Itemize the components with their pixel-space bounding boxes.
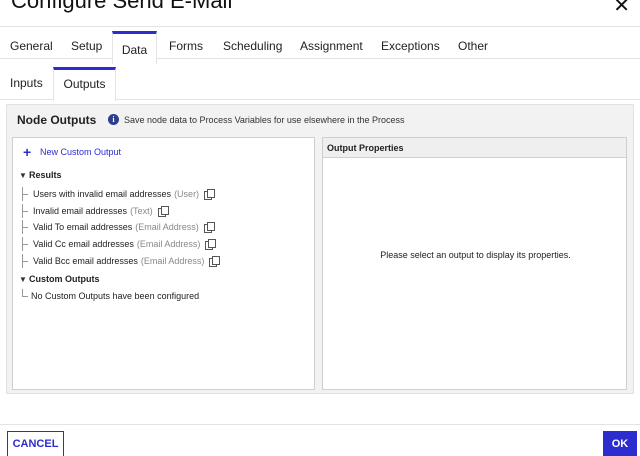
output-type: (Email Address)	[135, 222, 199, 232]
output-name: Invalid email addresses	[33, 206, 128, 216]
output-type: (Email Address)	[136, 239, 201, 249]
cancel-button[interactable]: CANCEL	[7, 431, 64, 456]
results-group-label: Results	[29, 170, 62, 180]
tree-connector	[22, 187, 29, 201]
primary-tab-bar: General Setup Data Forms Scheduling Assi…	[0, 26, 640, 64]
info-text: Save node data to Process Variables for …	[124, 114, 405, 125]
tab-outputs[interactable]: Outputs	[53, 67, 116, 101]
dialog-title: Configure Send E-Mail	[11, 0, 233, 13]
ok-button[interactable]: OK	[603, 431, 637, 456]
copy-icon[interactable]	[157, 206, 169, 217]
output-name: Valid Cc email addresses	[33, 239, 134, 249]
tab-assignment[interactable]: Assignment	[300, 27, 363, 59]
dialog-header: Configure Send E-Mail ✕	[0, 0, 640, 26]
tab-scheduling[interactable]: Scheduling	[223, 27, 282, 59]
secondary-tab-bar: Inputs Outputs	[0, 67, 640, 101]
plus-icon: +	[23, 144, 32, 160]
output-item[interactable]: Valid Cc email addresses (Email Address)	[22, 237, 217, 251]
output-item[interactable]: Users with invalid email addresses (User…	[22, 187, 216, 201]
close-icon[interactable]: ✕	[613, 0, 630, 18]
tab-other[interactable]: Other	[458, 27, 488, 59]
tab-exceptions[interactable]: Exceptions	[381, 27, 440, 59]
tab-data[interactable]: Data	[112, 31, 157, 64]
caret-down-icon: ▼	[19, 274, 27, 284]
tree-connector	[22, 289, 29, 297]
output-type: (Email Address)	[140, 256, 205, 266]
output-type: (Text)	[130, 206, 153, 216]
output-properties-header: Output Properties	[323, 138, 626, 158]
results-group-toggle[interactable]: ▼ Results	[19, 170, 62, 180]
output-name: Valid Bcc email addresses	[33, 256, 138, 266]
outputs-tree: + New Custom Output ▼ Results Users with…	[12, 137, 315, 390]
output-properties-pane: Output Properties Please select an outpu…	[322, 137, 627, 390]
tab-inputs[interactable]: Inputs	[10, 67, 43, 100]
tab-setup[interactable]: Setup	[71, 27, 102, 59]
output-item[interactable]: Valid Bcc email addresses (Email Address…	[22, 254, 221, 268]
info-hint: i Save node data to Process Variables fo…	[108, 114, 405, 125]
node-outputs-panel: Node Outputs i Save node data to Process…	[6, 104, 634, 394]
tab-general[interactable]: General	[10, 27, 53, 59]
new-custom-output-label: New Custom Output	[40, 147, 122, 157]
tree-connector	[22, 254, 29, 268]
output-properties-placeholder: Please select an output to display its p…	[380, 250, 571, 260]
custom-outputs-empty: No Custom Outputs have been configured	[22, 289, 199, 303]
empty-message: No Custom Outputs have been configured	[31, 291, 200, 301]
configure-dialog: Configure Send E-Mail ✕ General Setup Da…	[0, 0, 640, 456]
copy-icon[interactable]	[204, 189, 216, 200]
info-icon: i	[108, 114, 119, 125]
copy-icon[interactable]	[209, 256, 221, 267]
tab-forms[interactable]: Forms	[169, 27, 203, 59]
tree-connector	[22, 204, 29, 218]
tree-connector	[22, 220, 29, 234]
new-custom-output-button[interactable]: + New Custom Output	[23, 144, 122, 160]
tree-connector	[22, 237, 29, 251]
output-name: Users with invalid email addresses	[33, 189, 172, 199]
caret-down-icon: ▼	[19, 170, 27, 180]
custom-outputs-group-label: Custom Outputs	[29, 274, 100, 284]
dialog-footer: CANCEL OK	[0, 424, 640, 456]
output-type: (User)	[174, 189, 200, 199]
copy-icon[interactable]	[205, 239, 217, 250]
output-name: Valid To email addresses	[33, 222, 133, 232]
panel-title: Node Outputs	[17, 113, 97, 127]
output-item[interactable]: Invalid email addresses (Text)	[22, 204, 169, 218]
copy-icon[interactable]	[203, 222, 215, 233]
output-item[interactable]: Valid To email addresses (Email Address)	[22, 220, 215, 234]
custom-outputs-group-toggle[interactable]: ▼ Custom Outputs	[19, 274, 100, 284]
